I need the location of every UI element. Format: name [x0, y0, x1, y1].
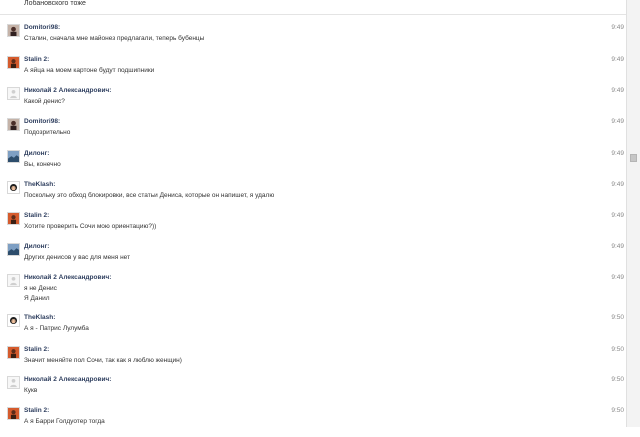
dark-portrait-avatar[interactable]	[7, 24, 20, 37]
message-author[interactable]: Stalin 2:	[24, 212, 49, 219]
message-row: Дилонг: Других денисов у вас для меня нет…	[0, 243, 626, 273]
chat-scrollbar[interactable]	[626, 0, 640, 427]
message-author[interactable]: Domitori98:	[24, 118, 60, 125]
message-author[interactable]: Дилонг:	[24, 243, 49, 250]
message-text: А я Барри Голдуотер тогда	[24, 417, 105, 427]
message-text: Вы, конечно	[24, 160, 61, 170]
message-text: Хотите проверить Сочи мою ориентацию?))	[24, 222, 156, 232]
message-line: Я Данил	[24, 295, 50, 302]
message-row: Domitori98: Сталин, сначала мне майонез п…	[0, 24, 626, 54]
red-portrait-avatar[interactable]	[7, 346, 20, 359]
message-row: Дилонг: Вы, конечно 9:49	[0, 150, 626, 180]
cartoon-face-avatar[interactable]	[7, 314, 20, 327]
message-author[interactable]: Дилонг:	[24, 150, 49, 157]
blue-landscape-avatar[interactable]	[7, 243, 20, 256]
message-row: Domitori98: Подозрительно 9:49	[0, 118, 626, 148]
message-timestamp: 9:49	[611, 212, 624, 219]
message-line: Других денисов у вас для меня нет	[24, 254, 131, 261]
message-line: Сталин, сначала мне майонез предлагали, …	[24, 35, 205, 42]
message-author[interactable]: TheKlash:	[24, 181, 55, 188]
message-timestamp: 9:49	[611, 181, 624, 188]
message-line: Кукв	[24, 387, 38, 394]
message-line: я не Денис	[24, 285, 57, 292]
message-row: TheKlash: Поскольку это обход блокировки,…	[0, 181, 626, 211]
message-author[interactable]: Domitori98:	[24, 24, 60, 31]
message-text: А я - Патрис Лулумба	[24, 324, 89, 334]
message-author[interactable]: Николай 2 Александрович:	[24, 87, 111, 94]
message-line: Значит меняйте пол Сочи, так как я люблю…	[24, 357, 182, 364]
default-user-avatar[interactable]	[7, 274, 20, 287]
message-author[interactable]: Stalin 2:	[24, 56, 49, 63]
message-row: Stalin 2: Значит меняйте пол Сочи, так ка…	[0, 346, 626, 376]
message-timestamp: 9:49	[611, 243, 624, 250]
default-user-avatar[interactable]	[7, 87, 20, 100]
message-author[interactable]: Stalin 2:	[24, 346, 49, 353]
cartoon-face-avatar[interactable]	[7, 181, 20, 194]
message-line: Поскольку это обход блокировки, все стат…	[24, 192, 275, 199]
message-author[interactable]: Николай 2 Александрович:	[24, 274, 111, 281]
message-text: Кукв	[24, 386, 37, 396]
red-portrait-avatar[interactable]	[7, 407, 20, 420]
message-timestamp: 9:49	[611, 118, 624, 125]
message-row: Stalin 2: А яйца на моем картоне будут по…	[0, 56, 626, 86]
message-line: Хотите проверить Сочи мою ориентацию?))	[24, 223, 157, 230]
message-timestamp: 9:50	[611, 407, 624, 414]
message-row: Николай 2 Александрович: Какой денис? 9:49	[0, 87, 626, 117]
previous-message-text: Лобановского тоже	[24, 0, 86, 7]
message-text: А яйца на моем картоне будут подшипники	[24, 66, 154, 76]
top-divider	[0, 14, 626, 15]
message-timestamp: 9:49	[611, 274, 624, 281]
message-timestamp: 9:50	[611, 314, 624, 321]
message-text: Сталин, сначала мне майонез предлагали, …	[24, 34, 204, 44]
message-author[interactable]: Николай 2 Александрович:	[24, 376, 111, 383]
message-line: Какой денис?	[24, 98, 65, 105]
message-timestamp: 9:49	[611, 56, 624, 63]
message-text: Поскольку это обход блокировки, все стат…	[24, 191, 274, 201]
message-text: Других денисов у вас для меня нет	[24, 253, 130, 263]
message-timestamp: 9:49	[611, 150, 624, 157]
message-timestamp: 9:50	[611, 376, 624, 383]
dark-portrait-avatar[interactable]	[7, 118, 20, 131]
blue-landscape-avatar[interactable]	[7, 150, 20, 163]
message-text: Какой денис?	[24, 97, 65, 107]
chat-log: Лобановского тоже Domitori98: Сталин, сна…	[0, 0, 626, 427]
message-timestamp: 9:49	[611, 87, 624, 94]
red-portrait-avatar[interactable]	[7, 212, 20, 225]
message-row: Stalin 2: Хотите проверить Сочи мою ориен…	[0, 212, 626, 242]
message-line: А яйца на моем картоне будут подшипники	[24, 67, 155, 74]
message-row: Николай 2 Александрович: Кукв 9:50	[0, 376, 626, 406]
message-author[interactable]: TheKlash:	[24, 314, 55, 321]
message-timestamp: 9:49	[611, 24, 624, 31]
message-line: А я Барри Голдуотер тогда	[24, 418, 105, 425]
message-timestamp: 9:50	[611, 346, 624, 353]
message-text: Значит меняйте пол Сочи, так как я люблю…	[24, 356, 182, 366]
message-row: Stalin 2: А я Барри Голдуотер тогда 9:50	[0, 407, 626, 437]
message-line: Вы, конечно	[24, 161, 61, 168]
message-author[interactable]: Stalin 2:	[24, 407, 49, 414]
message-text: я не Денис Я Данил	[24, 284, 57, 304]
scrollbar-thumb[interactable]	[630, 154, 637, 162]
red-portrait-avatar[interactable]	[7, 56, 20, 69]
default-user-avatar[interactable]	[7, 376, 20, 389]
message-line: А я - Патрис Лулумба	[24, 325, 89, 332]
message-row: TheKlash: А я - Патрис Лулумба 9:50	[0, 314, 626, 344]
message-row: Николай 2 Александрович: я не Денис Я Дани…	[0, 274, 626, 304]
message-line: Подозрительно	[24, 129, 71, 136]
message-text: Подозрительно	[24, 128, 70, 138]
